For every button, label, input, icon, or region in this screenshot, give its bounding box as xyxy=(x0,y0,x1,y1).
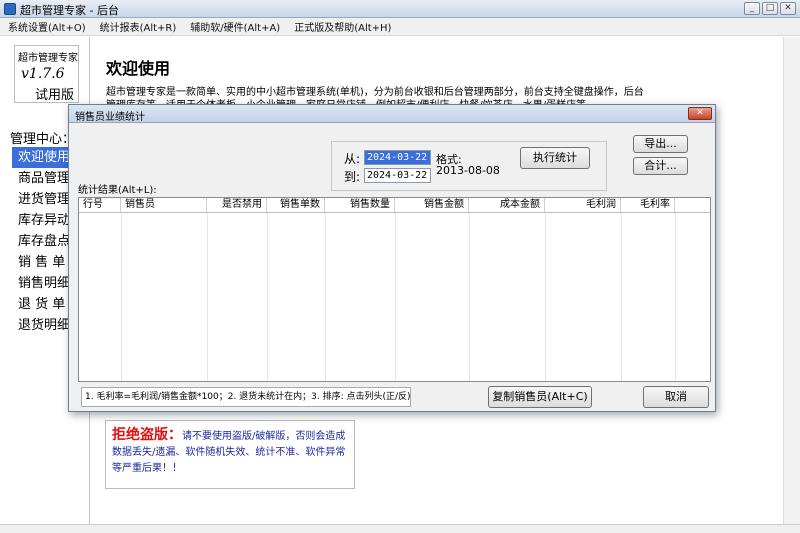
column-header-salesperson[interactable]: 销售员 xyxy=(121,198,207,212)
piracy-warning: 拒绝盗版：请不要使用盗版/破解版，否则会造成数据丢失/遗漏、软件随机失效、统计不… xyxy=(105,420,355,489)
grid-column-line xyxy=(267,213,268,381)
dialog-titlebar: 销售员业绩统计 ✕ xyxy=(69,105,715,123)
column-header-quantity[interactable]: 销售数量 xyxy=(325,198,395,212)
export-button[interactable]: 导出... xyxy=(633,135,688,153)
grid-column-line xyxy=(207,213,208,381)
grid-column-line xyxy=(121,213,122,381)
column-header-gross-margin[interactable]: 毛利率 xyxy=(621,198,675,212)
format-example: 2013-08-08 xyxy=(436,164,500,177)
menu-bar: 系统设置(Alt+O) 统计报表(Alt+R) 辅助软/硬件(Alt+A) 正式… xyxy=(0,18,800,36)
column-header-row[interactable]: 行号 xyxy=(79,198,121,212)
page-title: 欢迎使用 xyxy=(106,59,171,78)
sales-performance-dialog: 销售员业绩统计 ✕ 从: 2024-03-22 到: 2024-03-22 格式… xyxy=(68,104,716,412)
piracy-title: 拒绝盗版： xyxy=(112,427,182,443)
content-scrollbar[interactable] xyxy=(783,37,800,524)
status-bar xyxy=(0,524,800,533)
grid-column-line xyxy=(621,213,622,381)
grid-column-line xyxy=(675,213,676,381)
column-header-order-count[interactable]: 销售单数 xyxy=(267,198,325,212)
menu-hardware[interactable]: 辅助软/硬件(Alt+A) xyxy=(190,19,280,34)
result-label: 统计结果(Alt+L): xyxy=(78,185,157,196)
from-date-input[interactable]: 2024-03-22 xyxy=(364,150,431,165)
minimize-button[interactable]: _ xyxy=(744,2,760,15)
nav-title: 管理中心： xyxy=(10,132,76,147)
brand-version: v1.7.6 xyxy=(21,66,65,82)
menu-system-settings[interactable]: 系统设置(Alt+O) xyxy=(8,19,86,34)
window-titlebar: 超市管理专家 - 后台 _ □ ✕ xyxy=(0,0,800,18)
total-button[interactable]: 合计... xyxy=(633,157,688,175)
maximize-button[interactable]: □ xyxy=(762,2,778,15)
execute-stats-button[interactable]: 执行统计 xyxy=(520,147,590,169)
brand-box: 超市管理专家 v1.7.6 试用版 xyxy=(14,45,79,103)
grid-column-line xyxy=(545,213,546,381)
grid-column-line xyxy=(395,213,396,381)
close-window-button[interactable]: ✕ xyxy=(780,2,796,15)
column-header-gross-profit[interactable]: 毛利润 xyxy=(545,198,621,212)
grid-column-line xyxy=(325,213,326,381)
brand-name: 超市管理专家 xyxy=(18,53,78,64)
column-header-cost-amount[interactable]: 成本金额 xyxy=(469,198,545,212)
from-label: 从: xyxy=(344,152,361,166)
dialog-title: 销售员业绩统计 xyxy=(75,112,145,123)
results-grid[interactable]: 行号 销售员 是否禁用 销售单数 销售数量 销售金额 成本金额 毛利润 毛利率 xyxy=(78,197,711,382)
window-controls: _ □ ✕ xyxy=(744,2,796,15)
window-title: 超市管理专家 - 后台 xyxy=(20,4,119,17)
brand-trial: 试用版 xyxy=(35,88,75,103)
cancel-button[interactable]: 取消 xyxy=(643,386,709,408)
menu-reports[interactable]: 统计报表(Alt+R) xyxy=(100,19,177,34)
grid-header: 行号 销售员 是否禁用 销售单数 销售数量 销售金额 成本金额 毛利润 毛利率 xyxy=(79,198,710,213)
grid-column-line xyxy=(469,213,470,381)
to-date-input[interactable]: 2024-03-22 xyxy=(364,168,431,183)
column-header-sales-amount[interactable]: 销售金额 xyxy=(395,198,469,212)
to-label: 到: xyxy=(344,170,361,184)
column-header-disabled[interactable]: 是否禁用 xyxy=(207,198,267,212)
help-note: 1. 毛利率=毛利润/销售金额*100；2. 退货未统计在内；3. 排序: 点击… xyxy=(81,387,411,407)
copy-salesperson-button[interactable]: 复制销售员(Alt+C) xyxy=(488,386,592,408)
app-icon xyxy=(4,3,16,15)
dialog-close-button[interactable]: ✕ xyxy=(688,107,712,120)
menu-help[interactable]: 正式版及帮助(Alt+H) xyxy=(294,19,391,34)
